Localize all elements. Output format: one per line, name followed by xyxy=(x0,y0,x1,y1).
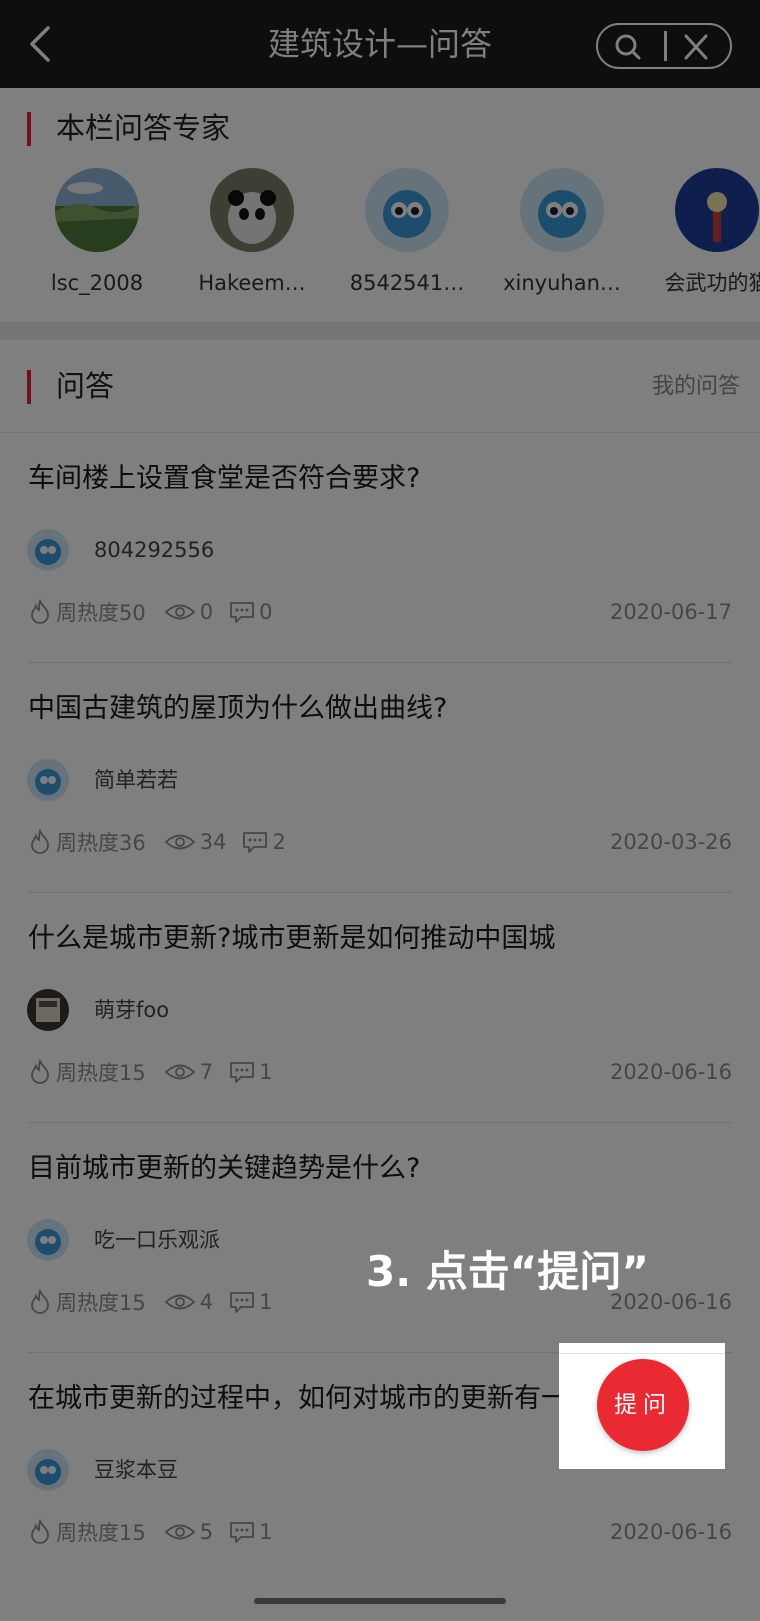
comments-count: 1 xyxy=(259,1290,273,1314)
question-title[interactable]: 车间楼上设置食堂是否符合要求? xyxy=(28,459,420,499)
avatar xyxy=(675,168,759,252)
capsule-divider xyxy=(664,31,667,61)
question-title[interactable]: 中国古建筑的屋顶为什么做出曲线? xyxy=(28,689,447,729)
flame-icon xyxy=(31,1059,49,1084)
my-questions-link[interactable]: 我的问答 xyxy=(652,372,740,402)
avatar xyxy=(27,989,69,1031)
comments-count: 1 xyxy=(259,1520,273,1544)
comments-count: 0 xyxy=(259,600,273,624)
expert-name: Hakeem… xyxy=(198,271,306,295)
question-author: 简单若若 xyxy=(94,768,178,792)
question-title[interactable]: 在城市更新的过程中，如何对城市的更新有一 xyxy=(28,1379,568,1419)
expert-item[interactable]: xinyuhan… xyxy=(492,168,632,298)
search-button[interactable] xyxy=(612,33,644,61)
experts-section-title: 本栏问答专家 xyxy=(56,111,231,145)
flame-icon xyxy=(31,1519,49,1544)
avatar xyxy=(27,1219,69,1261)
question-date: 2020-06-16 xyxy=(609,1060,732,1084)
flame-icon xyxy=(31,599,49,624)
question-date: 2020-03-26 xyxy=(609,830,732,854)
question-stats: 周热度15 4 1 xyxy=(28,1287,272,1317)
eye-icon xyxy=(164,1524,196,1540)
expert-item[interactable]: lsc_2008 xyxy=(27,168,167,298)
views-count: 7 xyxy=(199,1060,214,1084)
home-indicator xyxy=(254,1598,506,1604)
avatar xyxy=(210,168,294,252)
views-count: 34 xyxy=(199,830,227,854)
question-title[interactable]: 什么是城市更新?城市更新是如何推动中国城 xyxy=(28,919,555,959)
section-accent-bar xyxy=(27,112,31,146)
question-stats: 周热度15 7 1 xyxy=(28,1057,272,1087)
comment-icon xyxy=(230,602,255,623)
section-gap xyxy=(0,322,760,340)
qa-section-header: 问答 我的问答 xyxy=(0,350,760,420)
search-icon xyxy=(615,34,641,60)
eye-icon xyxy=(164,604,196,620)
heat-label: 周热度15 xyxy=(56,1061,146,1085)
heat-label: 周热度36 xyxy=(56,831,146,855)
avatar xyxy=(27,759,69,801)
question-title[interactable]: 目前城市更新的关键趋势是什么? xyxy=(28,1149,420,1189)
views-count: 0 xyxy=(199,600,214,624)
question-item[interactable]: 目前城市更新的关键趋势是什么? 吃一口乐观派 周热度15 4 1 2020-06… xyxy=(0,1123,760,1353)
avatar xyxy=(27,1449,69,1491)
flame-icon xyxy=(31,829,49,854)
comment-icon xyxy=(243,832,268,853)
eye-icon xyxy=(164,834,196,850)
comments-count: 1 xyxy=(259,1060,273,1084)
heat-label: 周热度15 xyxy=(56,1291,146,1315)
heat-label: 周热度50 xyxy=(56,601,146,625)
expert-item[interactable]: 8542541… xyxy=(337,168,477,298)
expert-item[interactable]: Hakeem… xyxy=(182,168,322,298)
question-author: 804292556 xyxy=(94,538,215,562)
divider xyxy=(559,1353,725,1354)
question-stats: 周热度15 5 1 xyxy=(28,1517,272,1547)
close-button[interactable] xyxy=(680,33,712,61)
tutorial-instruction: 3. 点击“提问” xyxy=(366,1247,650,1296)
experts-section-header: 本栏问答专家 xyxy=(0,92,760,162)
avatar xyxy=(27,529,69,571)
views-count: 5 xyxy=(199,1520,214,1544)
eye-icon xyxy=(164,1064,196,1080)
tutorial-spotlight: 提问 xyxy=(559,1343,725,1469)
question-item[interactable]: 什么是城市更新?城市更新是如何推动中国城 萌芽foo 周热度15 7 1 202… xyxy=(0,893,760,1123)
question-stats: 周热度36 34 2 xyxy=(28,827,286,857)
question-author: 吃一口乐观派 xyxy=(94,1228,220,1252)
expert-item[interactable]: 会武功的猫 xyxy=(647,168,760,298)
comment-icon xyxy=(230,1292,255,1313)
ask-question-button[interactable]: 提问 xyxy=(597,1359,689,1451)
question-author: 萌芽foo xyxy=(94,998,170,1022)
question-stats: 周热度50 0 0 xyxy=(28,597,272,627)
eye-icon xyxy=(164,1294,196,1310)
avatar xyxy=(55,168,139,252)
comment-icon xyxy=(230,1522,255,1543)
capsule-menu xyxy=(596,23,732,69)
comments-count: 2 xyxy=(272,830,286,854)
expert-name: xinyuhan… xyxy=(503,271,621,295)
expert-name: 8542541… xyxy=(349,271,465,295)
section-accent-bar xyxy=(27,370,31,404)
expert-name: 会武功的猫 xyxy=(664,271,760,295)
experts-list: lsc_2008 Hakeem… 8542541… xinyuhan… 会武功的… xyxy=(0,168,760,308)
close-icon xyxy=(684,34,708,60)
question-date: 2020-06-17 xyxy=(609,600,732,624)
comment-icon xyxy=(230,1062,255,1083)
heat-label: 周热度15 xyxy=(56,1521,146,1545)
expert-name: lsc_2008 xyxy=(50,271,144,295)
question-author: 豆浆本豆 xyxy=(94,1458,178,1482)
question-item[interactable]: 中国古建筑的屋顶为什么做出曲线? 简单若若 周热度36 34 2 2020-03… xyxy=(0,663,760,893)
question-item[interactable]: 车间楼上设置食堂是否符合要求? 804292556 周热度50 0 0 2020… xyxy=(0,433,760,663)
avatar xyxy=(365,168,449,252)
views-count: 4 xyxy=(199,1290,214,1314)
avatar xyxy=(520,168,604,252)
flame-icon xyxy=(31,1289,49,1314)
question-date: 2020-06-16 xyxy=(609,1520,732,1544)
qa-section-title: 问答 xyxy=(56,369,115,403)
top-bar: 建筑设计—问答 xyxy=(0,0,760,88)
